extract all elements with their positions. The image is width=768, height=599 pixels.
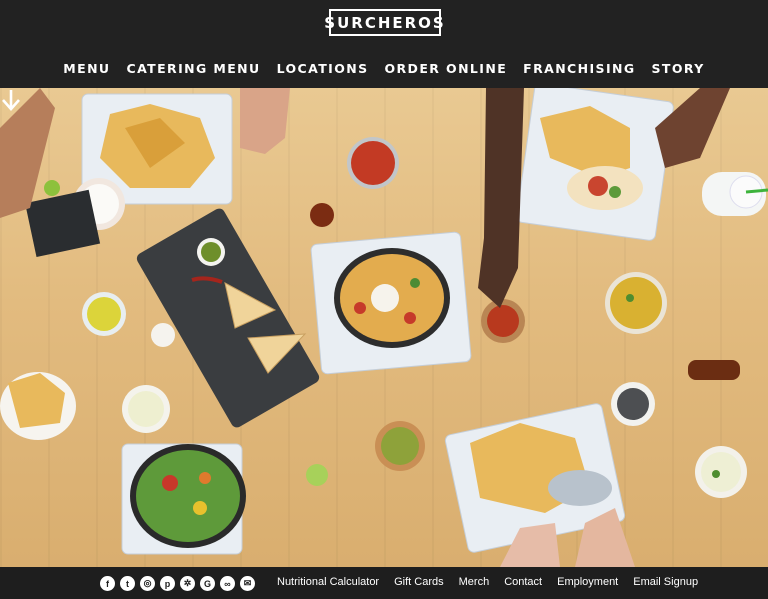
nav-franchising[interactable]: FRANCHISING [523,61,635,76]
nav-story[interactable]: STORY [652,61,705,76]
guacamole-bowl [375,421,425,471]
hand-top-center [240,88,290,154]
tacos-basket-top-right [516,88,674,241]
nachos-center [310,231,472,375]
surcheros-logo[interactable]: SURCHEROS [324,9,444,36]
footer-link-merch[interactable]: Merch [459,576,490,588]
pinterest-icon[interactable]: p [160,576,175,591]
footer-link-gift-cards[interactable]: Gift Cards [394,576,444,588]
queso-bowl-right [695,446,747,498]
queso-dip-left [82,292,126,336]
drink-cup-top-left [25,178,125,258]
twitter-icon[interactable]: t [120,576,135,591]
chip-bowl-left [0,372,76,440]
nav-menu[interactable]: MENU [63,61,110,76]
site-footer: f t ◎ p ✲ G ∞ ✉ Nutritional Calculator G… [0,567,768,599]
sour-cream-cup [151,323,175,347]
drink-cup-top-right [702,172,768,216]
instagram-icon[interactable]: ◎ [140,576,155,591]
yelp-icon[interactable]: ✲ [180,576,195,591]
main-nav: MENU CATERING MENU LOCATIONS ORDER ONLIN… [0,61,768,76]
nav-catering-menu[interactable]: CATERING MENU [127,61,261,76]
footer-link-email-signup[interactable]: Email Signup [633,576,698,588]
nav-order-online[interactable]: ORDER ONLINE [385,61,508,76]
site-header: SURCHEROS MENU CATERING MENU LOCATIONS O… [0,0,768,88]
hand-top-right [655,88,730,168]
salsa-bowl-top [347,137,399,189]
nav-locations[interactable]: LOCATIONS [277,61,369,76]
hero-food-image [0,88,768,567]
salsa-cup-hand [481,299,525,343]
footer-link-contact[interactable]: Contact [504,576,542,588]
jalapeno-cup [611,382,655,426]
down-arrow-icon[interactable] [0,88,22,112]
email-icon[interactable]: ✉ [240,576,255,591]
social-icons: f t ◎ p ✲ G ∞ ✉ [100,576,255,591]
google-icon[interactable]: G [200,576,215,591]
hot-sauce-bottle-right [688,360,740,380]
hot-sauce-bottle-small [310,203,334,227]
footer-link-nutritional-calculator[interactable]: Nutritional Calculator [277,576,379,588]
arm-center-right [478,88,524,308]
facebook-icon[interactable]: f [100,576,115,591]
corn-salsa-bowl [605,272,667,334]
queso-bowl-bottom-left [122,385,170,433]
tripadvisor-icon[interactable]: ∞ [220,576,235,591]
footer-link-employment[interactable]: Employment [557,576,618,588]
salad-bowl-bottom-left [121,443,246,555]
table-spread-illustration [0,88,768,567]
lime-wedge [306,464,328,486]
footer-links: Nutritional Calculator Gift Cards Merch … [277,576,698,588]
